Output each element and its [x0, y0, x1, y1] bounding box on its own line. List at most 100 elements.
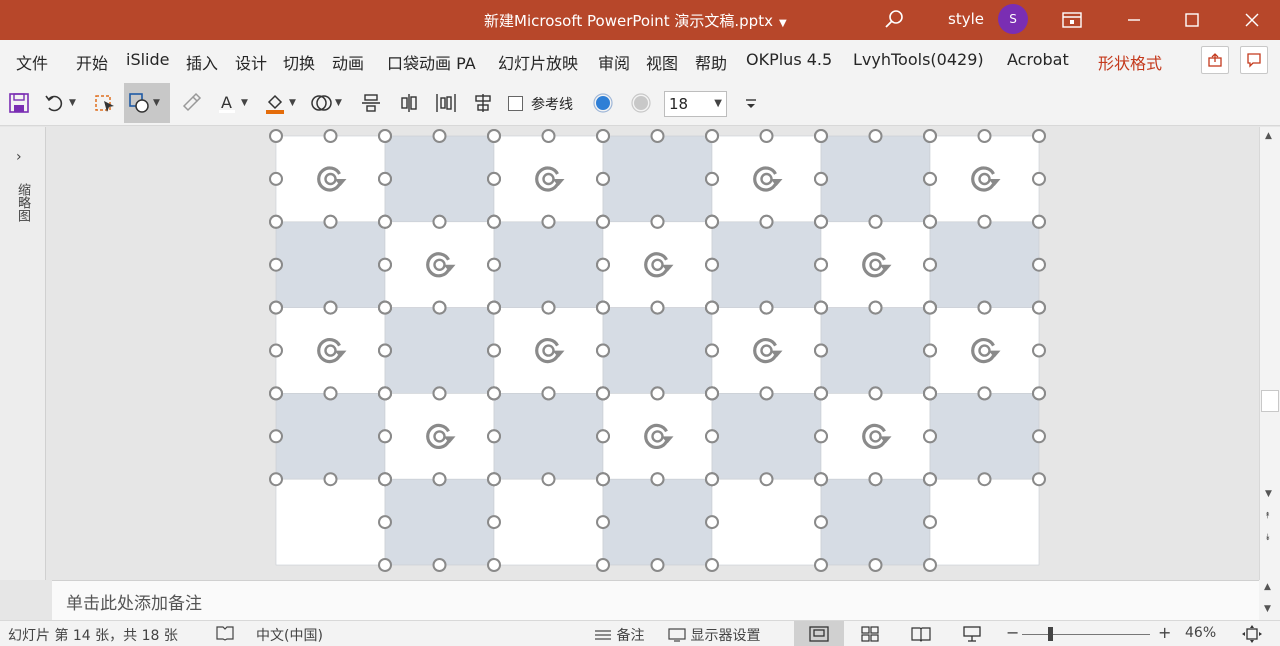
resize-handle[interactable] [269, 214, 283, 229]
resize-handle[interactable] [378, 343, 392, 358]
scroll-down-icon[interactable]: ▼ [1264, 604, 1271, 614]
resize-handle[interactable] [541, 386, 556, 401]
resize-handle[interactable] [378, 300, 392, 315]
scroll-up-icon[interactable]: ▲ [1265, 131, 1272, 141]
zoom-level[interactable]: 46% [1185, 625, 1216, 641]
slide-sorter-button[interactable] [845, 621, 895, 646]
slide-cell[interactable] [493, 307, 604, 394]
resize-handle[interactable] [596, 429, 610, 444]
slide-cell[interactable] [602, 135, 713, 223]
reading-view-button[interactable] [896, 621, 946, 646]
resize-handle[interactable] [814, 129, 828, 143]
tab-lvyhtools[interactable]: LvyhTools(0429) [853, 50, 984, 69]
resize-handle[interactable] [923, 300, 937, 315]
resize-handle[interactable] [378, 429, 392, 444]
comments-button[interactable] [1240, 46, 1268, 74]
resize-handle[interactable] [1032, 129, 1046, 143]
slide-cell[interactable] [493, 135, 604, 223]
resize-handle[interactable] [814, 171, 828, 186]
slide-cell[interactable] [493, 478, 604, 566]
resize-handle[interactable] [650, 300, 665, 315]
tab-help[interactable]: 帮助 [695, 50, 727, 74]
slide-cell[interactable] [929, 478, 1040, 566]
resize-handle[interactable] [868, 129, 883, 143]
resize-handle[interactable] [814, 214, 828, 229]
resize-handle[interactable] [923, 214, 937, 229]
resize-handle[interactable] [432, 558, 447, 572]
resize-handle[interactable] [269, 257, 283, 272]
vertical-scrollbar[interactable]: ▲ ▼ ⯭ ⯯ [1259, 127, 1280, 580]
tab-file[interactable]: 文件 [16, 50, 48, 74]
resize-handle[interactable] [596, 300, 610, 315]
slide-cell[interactable] [493, 221, 604, 308]
resize-handle[interactable] [596, 472, 610, 487]
select-icon[interactable] [94, 91, 116, 115]
resize-handle[interactable] [977, 472, 992, 487]
resize-handle[interactable] [705, 429, 719, 444]
resize-handle[interactable] [705, 214, 719, 229]
resize-handle[interactable] [487, 257, 501, 272]
resize-handle[interactable] [487, 129, 501, 143]
resize-handle[interactable] [596, 214, 610, 229]
resize-handle[interactable] [432, 472, 447, 487]
resize-handle[interactable] [759, 129, 774, 143]
resize-handle[interactable] [596, 129, 610, 143]
slide-cell[interactable] [275, 135, 386, 223]
search-icon[interactable] [884, 8, 906, 30]
resize-handle[interactable] [269, 472, 283, 487]
resize-handle[interactable] [323, 472, 338, 487]
slide-cell[interactable] [820, 307, 931, 394]
resize-handle[interactable] [487, 515, 501, 530]
slide-cell[interactable] [711, 307, 822, 394]
resize-handle[interactable] [923, 515, 937, 530]
resize-handle[interactable] [323, 214, 338, 229]
chevron-down-icon[interactable]: ▼ [714, 92, 722, 116]
resize-handle[interactable] [923, 386, 937, 401]
resize-handle[interactable] [814, 386, 828, 401]
resize-handle[interactable] [923, 429, 937, 444]
display-settings[interactable]: 显示器设置 [668, 625, 760, 645]
resize-handle[interactable] [705, 472, 719, 487]
font-color-icon[interactable]: A ▼ [216, 91, 248, 115]
slide-cell[interactable] [275, 221, 386, 308]
resize-handle[interactable] [977, 300, 992, 315]
zoom-in-button[interactable]: + [1158, 623, 1171, 642]
resize-handle[interactable] [814, 558, 828, 572]
resize-handle[interactable] [487, 386, 501, 401]
slide-cell[interactable] [384, 307, 495, 394]
slide-cell[interactable] [929, 221, 1040, 308]
notes-toggle[interactable]: 备注 [594, 625, 644, 645]
slide-cell[interactable] [929, 307, 1040, 394]
resize-handle[interactable] [432, 300, 447, 315]
resize-handle[interactable] [596, 257, 610, 272]
resize-handle[interactable] [378, 257, 392, 272]
resize-handle[interactable] [650, 558, 665, 572]
minimize-icon[interactable] [1122, 8, 1146, 32]
resize-handle[interactable] [378, 386, 392, 401]
resize-handle[interactable] [705, 171, 719, 186]
resize-handle[interactable] [378, 214, 392, 229]
slide-cell[interactable] [493, 393, 604, 480]
tab-view[interactable]: 视图 [646, 50, 678, 74]
tab-shape-format[interactable]: 形状格式 [1098, 50, 1162, 74]
resize-handle[interactable] [814, 429, 828, 444]
resize-handle[interactable] [759, 472, 774, 487]
resize-handle[interactable] [814, 300, 828, 315]
chevron-down-icon[interactable]: ▼ [241, 98, 248, 108]
resize-handle[interactable] [759, 300, 774, 315]
resize-handle[interactable] [596, 515, 610, 530]
merge-shapes-icon[interactable]: ▼ [310, 91, 342, 115]
document-title[interactable]: 新建Microsoft PowerPoint 演示文稿.pptx ▼ [484, 10, 787, 31]
theme-color-blue-icon[interactable] [592, 91, 614, 115]
resize-handle[interactable] [487, 472, 501, 487]
resize-handle[interactable] [923, 558, 937, 572]
tab-review[interactable]: 审阅 [598, 50, 630, 74]
chevron-down-icon[interactable]: ▼ [335, 98, 342, 108]
resize-handle[interactable] [705, 515, 719, 530]
user-name[interactable]: style [948, 10, 984, 28]
notes-scrollbar[interactable]: ▲ ▼ [1259, 580, 1280, 620]
thumbnail-label[interactable]: 缩略图 [13, 183, 32, 222]
resize-handle[interactable] [541, 300, 556, 315]
resize-handle[interactable] [650, 386, 665, 401]
slide-cell[interactable] [820, 478, 931, 566]
